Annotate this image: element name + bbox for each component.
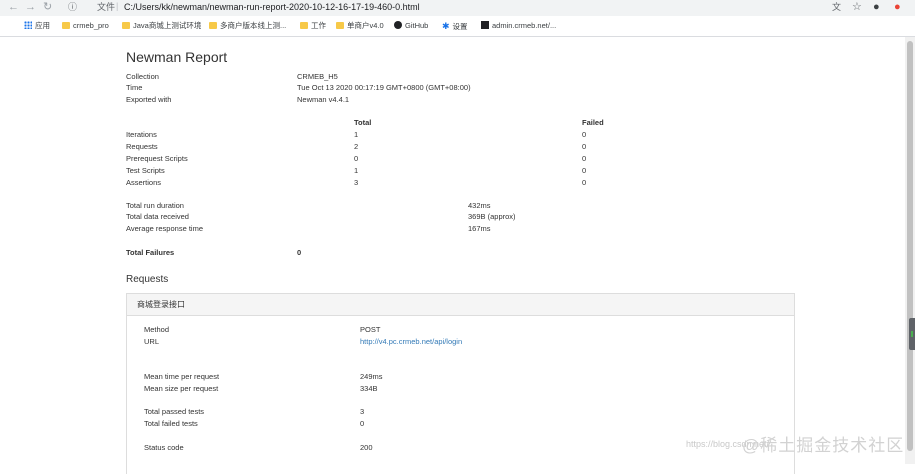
request-detail-label: Total failed tests [144, 419, 198, 428]
stats-total: 1 [354, 166, 359, 175]
folder-icon [300, 22, 308, 29]
info-icon[interactable]: ⓘ [68, 1, 77, 14]
timing-label: Total run duration [126, 201, 184, 210]
stats-header-total: Total [354, 118, 372, 127]
address-bar[interactable]: C:/Users/kk/newman/newman-run-report-202… [124, 2, 420, 13]
stats-label: Prerequest Scripts [126, 154, 188, 163]
bookmark-crmeb-pro[interactable]: crmeb_pro [62, 20, 109, 32]
extension-icon[interactable]: ● [894, 1, 901, 14]
stats-failed: 0 [582, 142, 587, 151]
github-icon [394, 21, 402, 29]
stats-total: 0 [354, 154, 359, 163]
stats-failed: 0 [582, 178, 587, 187]
summary-value: CRMEB_H5 [297, 72, 338, 81]
bookmark-java-test[interactable]: Java商城上测试环境 [122, 20, 201, 32]
watermark-brand: @稀土掘金技术社区 [742, 436, 905, 455]
side-extension-tab[interactable] [909, 318, 915, 350]
summary-value: Tue Oct 13 2020 00:17:19 GMT+0800 (GMT+0… [297, 83, 471, 92]
stats-total: 1 [354, 130, 359, 139]
url-separator: | [116, 1, 119, 11]
summary-label: Collection [126, 72, 159, 81]
profile-icon[interactable]: ● [873, 1, 880, 14]
request-detail-value: 334B [360, 384, 378, 393]
folder-icon [62, 22, 70, 29]
request-panel-header[interactable]: 商城登录接口 [127, 294, 794, 316]
stats-header-failed: Failed [582, 118, 604, 127]
stats-failed: 0 [582, 130, 587, 139]
star-icon[interactable]: ☆ [852, 1, 862, 14]
request-detail-label: Mean size per request [144, 384, 219, 393]
forward-icon[interactable]: → [25, 1, 36, 14]
stats-total: 3 [354, 178, 359, 187]
browser-toolbar: ← → ↻ ⓘ 文件 | C:/Users/kk/newman/newman-r… [0, 0, 915, 16]
timing-value: 167ms [468, 224, 491, 233]
timing-label: Total data received [126, 212, 189, 221]
translate-icon[interactable]: 文 [832, 1, 841, 14]
bookmark-apps[interactable]: 应用 [24, 20, 50, 32]
total-failures-value: 0 [297, 248, 302, 257]
newman-report: Newman Report Collection CRMEB_H5 Time T… [0, 37, 905, 474]
request-detail-label: Mean time per request [144, 372, 220, 381]
summary-label: Time [126, 83, 143, 92]
page-title: Newman Report [126, 49, 228, 65]
back-icon[interactable]: ← [8, 1, 19, 14]
total-failures-label: Total Failures [126, 248, 175, 257]
stats-failed: 0 [582, 154, 587, 163]
folder-icon [122, 22, 130, 29]
request-detail-value: 200 [360, 443, 373, 452]
timing-value: 369B (approx) [468, 212, 516, 221]
bookmark-github[interactable]: GitHub [394, 20, 428, 32]
request-detail-label: Status code [144, 443, 184, 452]
scrollbar-thumb[interactable] [907, 41, 913, 451]
stats-label: Assertions [126, 178, 162, 187]
request-url-link[interactable]: http://v4.pc.crmeb.net/api/login [360, 337, 462, 347]
request-detail-label: URL [144, 337, 160, 346]
apps-icon [24, 21, 32, 29]
reload-icon[interactable]: ↻ [43, 1, 52, 14]
bookmark-settings[interactable]: ✱ 设置 [442, 20, 468, 32]
request-detail-value: POST [360, 325, 381, 334]
request-detail-label: Method [144, 325, 170, 334]
bookmark-multi-merchant[interactable]: 多商户版本线上测... [209, 20, 286, 32]
requests-heading: Requests [126, 274, 169, 285]
bookmark-admin[interactable]: admin.crmeb.net/... [481, 20, 556, 32]
stats-label: Test Scripts [126, 166, 165, 175]
bookmarks-bar: 应用 crmeb_pro Java商城上测试环境 多商户版本线上测... 工作 … [0, 16, 915, 37]
timing-label: Average response time [126, 224, 203, 233]
bookmark-work[interactable]: 工作 [300, 20, 326, 32]
url-scheme-label: 文件 [97, 2, 116, 12]
request-name: 商城登录接口 [137, 300, 185, 309]
stats-label: Requests [126, 142, 158, 151]
summary-value: Newman v4.4.1 [297, 95, 350, 104]
page-icon [481, 21, 489, 29]
request-detail-label: Total passed tests [144, 407, 205, 416]
stats-label: Iterations [126, 130, 157, 139]
summary-label: Exported with [126, 95, 172, 104]
folder-icon [336, 22, 344, 29]
request-detail-value: 3 [360, 407, 365, 416]
stats-total: 2 [354, 142, 359, 151]
stats-failed: 0 [582, 166, 587, 175]
request-detail-value: 249ms [360, 372, 383, 381]
request-detail-value: 0 [360, 419, 365, 428]
gear-icon: ✱ [442, 21, 450, 31]
bookmark-single-merchant[interactable]: 单商户v4.0 [336, 20, 384, 32]
timing-value: 432ms [468, 201, 491, 210]
page-scrollbar[interactable] [905, 37, 915, 464]
folder-icon [209, 22, 217, 29]
